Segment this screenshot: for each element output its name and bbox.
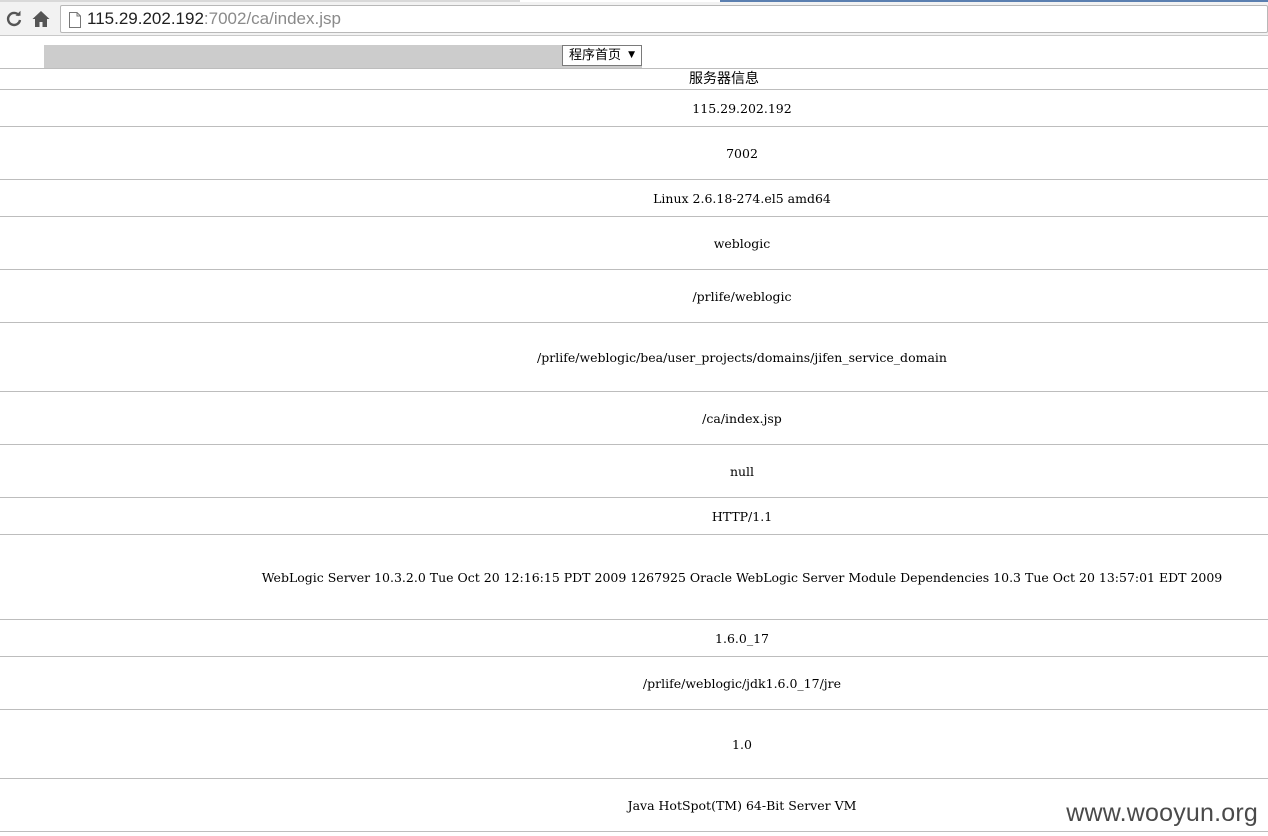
java-version-value: 1.6.0_17 <box>715 630 769 646</box>
url-host: 115.29.202.192 <box>87 9 204 28</box>
domain-dir-value: /prlife/weblogic/bea/user_projects/domai… <box>537 349 947 365</box>
table-row: 1.0 <box>0 710 1268 778</box>
table-row: 115.29.202.192 <box>0 90 1268 126</box>
vm-name-value: Java HotSpot(TM) 64-Bit Server VM <box>627 797 857 813</box>
menu-bar <box>44 45 642 68</box>
table-row: 7002 <box>0 127 1268 179</box>
table-header: 服务器信息 <box>0 69 1268 89</box>
os-value: Linux 2.6.18-274.el5 amd64 <box>653 190 831 206</box>
table-row: /prlife/weblogic/jdk1.6.0_17/jre <box>0 657 1268 709</box>
protocol-value: HTTP/1.1 <box>711 508 773 524</box>
table-row: null <box>0 445 1268 497</box>
reload-icon[interactable] <box>4 9 24 29</box>
table-row: HTTP/1.1 <box>0 498 1268 534</box>
java-home-value: /prlife/weblogic/jdk1.6.0_17/jre <box>642 675 842 691</box>
url-path: :7002/ca/index.jsp <box>203 9 341 28</box>
table-row: /prlife/weblogic <box>0 270 1268 322</box>
home-dir-value: /prlife/weblogic <box>692 288 792 304</box>
program-menu-select[interactable]: 程序首页 ▼ <box>562 45 642 66</box>
table-row: weblogic <box>0 217 1268 269</box>
watermark: www.wooyun.org <box>1066 799 1258 827</box>
table-row: /prlife/weblogic/bea/user_projects/domai… <box>0 323 1268 391</box>
table-row: Linux 2.6.18-274.el5 amd64 <box>0 180 1268 216</box>
user-value: weblogic <box>713 235 771 251</box>
table-row: WebLogic Server 10.3.2.0 Tue Oct 20 12:1… <box>0 535 1268 619</box>
page-icon <box>68 12 82 28</box>
table-row: /ca/index.jsp <box>0 392 1268 444</box>
server-info-value: WebLogic Server 10.3.2.0 Tue Oct 20 12:1… <box>261 569 1223 585</box>
table-divider <box>0 831 1268 832</box>
table-row: 1.6.0_17 <box>0 620 1268 656</box>
server-port-value: 7002 <box>726 145 758 161</box>
url-text: 115.29.202.192:7002/ca/index.jsp <box>87 9 341 29</box>
server-ip-value: 115.29.202.192 <box>692 100 792 116</box>
chevron-down-icon: ▼ <box>628 50 635 60</box>
table-header-label: 服务器信息 <box>689 71 759 87</box>
browser-toolbar: 115.29.202.192:7002/ca/index.jsp <box>0 2 1268 36</box>
home-icon[interactable] <box>31 9 51 29</box>
spec-version-value: 1.0 <box>732 736 752 752</box>
program-menu-selected-label: 程序首页 <box>569 48 622 63</box>
request-uri-value: /ca/index.jsp <box>702 410 782 426</box>
query-value: null <box>729 463 755 479</box>
address-bar[interactable]: 115.29.202.192:7002/ca/index.jsp <box>60 5 1268 33</box>
